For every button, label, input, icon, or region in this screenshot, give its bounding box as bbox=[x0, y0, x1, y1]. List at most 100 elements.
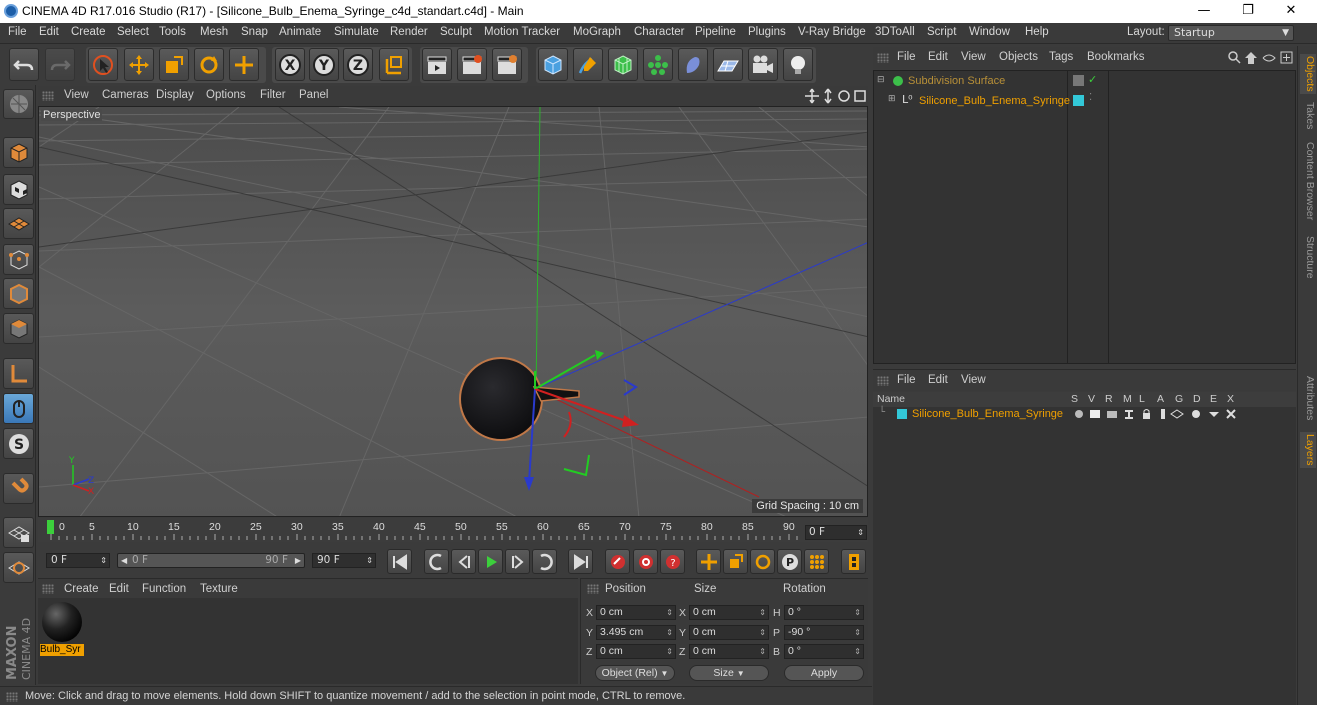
layer-flag-icons[interactable] bbox=[1073, 408, 1243, 420]
rotation-h-field[interactable]: 0 ° ⇕ bbox=[784, 605, 864, 620]
tab-takes[interactable]: Takes bbox=[1300, 102, 1316, 129]
next-frame-button[interactable] bbox=[505, 549, 530, 574]
layer-menu-view[interactable]: View bbox=[961, 374, 986, 386]
record-parameter-button[interactable]: P bbox=[777, 549, 802, 574]
rotation-b-field[interactable]: 0 ° ⇕ bbox=[784, 644, 864, 659]
y-axis-lock-button[interactable]: Y bbox=[309, 48, 339, 81]
silicone-bulb[interactable] bbox=[461, 359, 541, 439]
menu-character[interactable]: Character bbox=[634, 26, 685, 38]
texture-mode-button[interactable] bbox=[3, 174, 34, 205]
layer-col-v[interactable]: V bbox=[1088, 393, 1095, 405]
undo-button[interactable] bbox=[9, 48, 39, 81]
layer-col-e[interactable]: E bbox=[1210, 393, 1217, 405]
menu-file[interactable]: File bbox=[8, 26, 27, 38]
tab-attributes[interactable]: Attributes bbox=[1300, 376, 1316, 420]
transform-tool-button[interactable] bbox=[229, 48, 259, 81]
position-z-field[interactable]: 0 cm ⇕ bbox=[596, 644, 676, 659]
cube-primitive-button[interactable] bbox=[538, 48, 568, 81]
tab-content-browser[interactable]: Content Browser bbox=[1300, 142, 1316, 220]
model-mode-button[interactable] bbox=[3, 137, 34, 168]
size-y-field[interactable]: 0 cm ⇕ bbox=[689, 625, 769, 640]
layer-col-name[interactable]: Name bbox=[877, 393, 905, 405]
menu-animate[interactable]: Animate bbox=[279, 26, 321, 38]
render-settings-button[interactable] bbox=[492, 48, 522, 81]
visibility-dots-icon[interactable]: ⁚ bbox=[1089, 92, 1092, 103]
menu-render[interactable]: Render bbox=[390, 26, 428, 38]
previous-key-button[interactable] bbox=[424, 549, 449, 574]
viewport-menu-panel[interactable]: Panel bbox=[299, 89, 328, 101]
rotate-tool-button[interactable] bbox=[194, 48, 224, 81]
snap-button[interactable] bbox=[3, 473, 34, 504]
enable-axis-button[interactable] bbox=[3, 358, 34, 389]
rotation-p-field[interactable]: -90 ° ⇕ bbox=[784, 625, 864, 640]
material-menu-edit[interactable]: Edit bbox=[109, 583, 129, 595]
object-menu-edit[interactable]: Edit bbox=[928, 51, 948, 63]
polygons-mode-button[interactable] bbox=[3, 313, 34, 344]
viewport-menu-filter[interactable]: Filter bbox=[260, 89, 286, 101]
viewport-menu-view[interactable]: View bbox=[64, 89, 89, 101]
goto-end-button[interactable] bbox=[568, 549, 593, 574]
material-menu-function[interactable]: Function bbox=[142, 583, 186, 595]
object-row-syringe[interactable]: ⊞ L⁰ Silicone_Bulb_Enema_Syringe ⁚ bbox=[874, 91, 1297, 110]
z-axis-lock-button[interactable]: Z bbox=[343, 48, 373, 81]
redo-button[interactable] bbox=[45, 48, 75, 81]
menu-script[interactable]: Script bbox=[927, 26, 956, 38]
keyframe-selection-button[interactable]: ? bbox=[660, 549, 685, 574]
menu-mograph[interactable]: MoGraph bbox=[573, 26, 621, 38]
live-selection-button[interactable] bbox=[88, 48, 118, 81]
size-x-field[interactable]: 0 cm ⇕ bbox=[689, 605, 769, 620]
light-button[interactable] bbox=[783, 48, 813, 81]
enabled-check-icon[interactable]: ✓ bbox=[1088, 73, 1097, 86]
minimize-button[interactable]: — bbox=[1181, 0, 1227, 23]
object-menu-view[interactable]: View bbox=[961, 51, 986, 63]
coordinate-system-button[interactable] bbox=[379, 48, 409, 81]
menu-window[interactable]: Window bbox=[969, 26, 1010, 38]
layer-name[interactable]: Silicone_Bulb_Enema_Syringe bbox=[912, 408, 1063, 420]
layer-row[interactable]: └ Silicone_Bulb_Enema_Syringe bbox=[873, 407, 1296, 423]
material-menu-texture[interactable]: Texture bbox=[200, 583, 238, 595]
points-mode-button[interactable] bbox=[3, 244, 34, 275]
menu-simulate[interactable]: Simulate bbox=[334, 26, 379, 38]
menu-mesh[interactable]: Mesh bbox=[200, 26, 228, 38]
restore-button[interactable]: ❐ bbox=[1225, 0, 1271, 23]
3d-viewport[interactable]: Y Z X Perspective Grid Spacing : 10 cm bbox=[38, 106, 868, 517]
close-button[interactable]: ✕ bbox=[1268, 0, 1314, 23]
record-scale-button[interactable] bbox=[723, 549, 748, 574]
edges-mode-button[interactable] bbox=[3, 278, 34, 309]
object-name[interactable]: Silicone_Bulb_Enema_Syringe bbox=[919, 95, 1070, 107]
layer-col-l[interactable]: L bbox=[1139, 393, 1145, 405]
size-mode-dropdown[interactable]: Size ▼ bbox=[689, 665, 769, 681]
size-z-field[interactable]: 0 cm ⇕ bbox=[689, 644, 769, 659]
scale-tool-button[interactable] bbox=[159, 48, 189, 81]
layer-menu-file[interactable]: File bbox=[897, 374, 916, 386]
current-frame-field[interactable]: 0 F ⇕ bbox=[805, 525, 867, 540]
expand-icon[interactable]: ⊞ bbox=[888, 94, 896, 104]
menu-edit[interactable]: Edit bbox=[39, 26, 59, 38]
editor-visibility-icon[interactable] bbox=[1073, 75, 1084, 86]
render-to-picture-viewer-button[interactable] bbox=[457, 48, 487, 81]
tab-layers[interactable]: Layers bbox=[1300, 432, 1316, 468]
locked-workplane-button[interactable] bbox=[3, 552, 34, 583]
record-rotation-button[interactable] bbox=[750, 549, 775, 574]
menu-create[interactable]: Create bbox=[71, 26, 106, 38]
apply-button[interactable]: Apply bbox=[784, 665, 864, 681]
pen-spline-button[interactable] bbox=[573, 48, 603, 81]
object-row-subdivision-surface[interactable]: ⊟ Subdivision Surface ✓ bbox=[874, 72, 1297, 91]
layer-color-swatch[interactable] bbox=[897, 409, 907, 419]
menu-pipeline[interactable]: Pipeline bbox=[695, 26, 736, 38]
floor-button[interactable] bbox=[713, 48, 743, 81]
menu-vray-bridge[interactable]: V-Ray Bridge bbox=[798, 26, 866, 38]
viewport-menu-display[interactable]: Display bbox=[156, 89, 194, 101]
object-menu-tags[interactable]: Tags bbox=[1049, 51, 1073, 63]
position-y-field[interactable]: 3.495 cm ⇕ bbox=[596, 625, 676, 640]
menu-motion-tracker[interactable]: Motion Tracker bbox=[484, 26, 560, 38]
layer-col-m[interactable]: M bbox=[1123, 393, 1132, 405]
previous-frame-button[interactable] bbox=[451, 549, 476, 574]
record-position-button[interactable] bbox=[696, 549, 721, 574]
autokeying-button[interactable] bbox=[633, 549, 658, 574]
layer-color-tag[interactable] bbox=[1073, 95, 1084, 106]
menu-help[interactable]: Help bbox=[1025, 26, 1049, 38]
position-x-field[interactable]: 0 cm ⇕ bbox=[596, 605, 676, 620]
layer-col-r[interactable]: R bbox=[1105, 393, 1113, 405]
end-frame-field[interactable]: 90 F ⇕ bbox=[312, 553, 376, 568]
